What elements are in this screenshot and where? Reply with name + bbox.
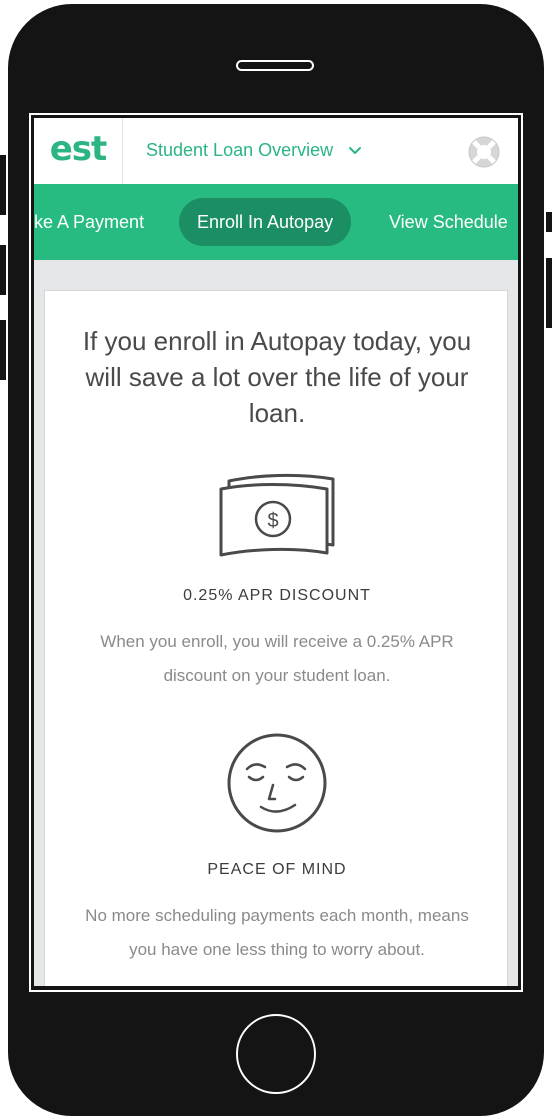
tab-view-schedule[interactable]: View Schedule <box>389 198 508 246</box>
phone-speaker <box>236 60 314 71</box>
autopay-card: If you enroll in Autopay today, you will… <box>44 290 508 986</box>
app-header: est Student Loan Overview <box>34 118 518 184</box>
feature-title: PEACE OF MIND <box>207 861 347 878</box>
tab-bar: ke A Payment Enroll In Autopay View Sche… <box>34 184 518 260</box>
chevron-down-icon <box>349 146 362 154</box>
feature-description: No more scheduling payments each month, … <box>85 906 469 959</box>
phone-mockup: est Student Loan Overview ke A Payment E… <box>0 0 552 1120</box>
tab-enroll-in-autopay[interactable]: Enroll In Autopay <box>179 198 352 246</box>
logo-text: est <box>49 129 108 169</box>
feature-description: When you enroll, you will receive a 0.25… <box>100 632 454 685</box>
home-button[interactable] <box>236 1014 316 1094</box>
feature-title: 0.25% APR DISCOUNT <box>183 587 371 604</box>
logo[interactable]: est <box>34 118 123 184</box>
money-bill-icon: $ <box>219 473 335 557</box>
card-headline: If you enroll in Autopay today, you will… <box>82 326 472 428</box>
lifebuoy-icon[interactable] <box>467 135 501 169</box>
page-title: Student Loan Overview <box>146 140 334 160</box>
app-screen: est Student Loan Overview ke A Payment E… <box>34 118 518 986</box>
smiley-face-icon <box>227 733 327 833</box>
svg-text:$: $ <box>267 510 278 532</box>
overview-dropdown[interactable]: Student Loan Overview <box>146 140 363 161</box>
tab-make-a-payment[interactable]: ke A Payment <box>34 198 144 246</box>
